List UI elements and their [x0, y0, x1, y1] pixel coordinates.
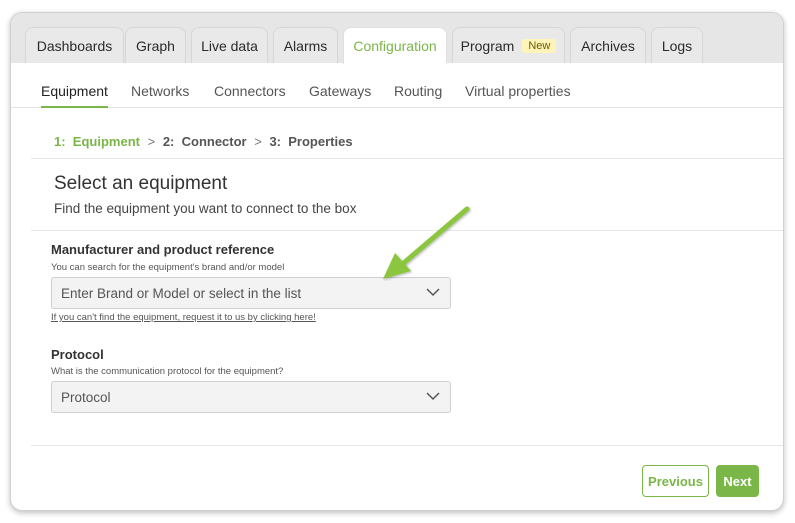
chevron-down-icon [426, 392, 440, 401]
manufacturer-label: Manufacturer and product reference [51, 242, 275, 257]
annotation-arrow-icon [383, 206, 470, 279]
divider [31, 158, 783, 159]
new-badge: New [522, 38, 557, 53]
protocol-value: Protocol [61, 389, 111, 405]
step-number: 2: [162, 134, 175, 149]
protocol-hint: What is the communication protocol for t… [51, 366, 284, 377]
tab-label: Archives [581, 37, 635, 54]
manufacturer-placeholder: Enter Brand or Model or select in the li… [61, 285, 302, 301]
tab-graph[interactable]: Graph [125, 27, 186, 63]
step-label: Equipment [72, 134, 140, 149]
manufacturer-select[interactable]: Enter Brand or Model or select in the li… [51, 277, 451, 309]
chevron-down-icon [426, 288, 440, 297]
step-3: 3: Properties [269, 134, 352, 149]
tab-label: Logs [661, 37, 693, 54]
subnav-networks[interactable]: Networks [131, 83, 189, 99]
page-title: Select an equipment [54, 173, 228, 194]
previous-button[interactable]: Previous [642, 465, 709, 497]
app-window: Dashboards Graph Live data Alarms Config… [10, 12, 784, 511]
subnav-equipment[interactable]: Equipment [41, 83, 108, 108]
request-equipment-link[interactable]: If you can't find the equipment, request… [51, 312, 316, 323]
step-number: 1: [54, 134, 66, 149]
step-2: 2: Connector [163, 134, 247, 149]
page-subtitle: Find the equipment you want to connect t… [54, 201, 357, 216]
step-1: 1: Equipment [54, 134, 140, 149]
wizard-steps: 1: Equipment > 2: Connector > 3: Propert… [54, 134, 353, 149]
tab-logs[interactable]: Logs [651, 27, 703, 63]
tab-label: Alarms [283, 37, 328, 54]
step-number: 3: [269, 134, 282, 149]
manufacturer-hint: You can search for the equipment's brand… [51, 262, 285, 273]
tab-dashboards[interactable]: Dashboards [25, 27, 124, 63]
subnav-routing[interactable]: Routing [394, 83, 442, 99]
step-label: Connector [181, 134, 247, 149]
next-button[interactable]: Next [716, 465, 759, 497]
tab-label: Configuration [353, 38, 437, 54]
tab-program[interactable]: Program New [452, 27, 565, 63]
tab-configuration[interactable]: Configuration [343, 27, 447, 64]
subnav-virtual-properties[interactable]: Virtual properties [465, 83, 571, 99]
tab-label: Program [460, 37, 515, 54]
tab-archives[interactable]: Archives [570, 27, 646, 63]
step-separator: > [254, 134, 262, 149]
subnav-gateways[interactable]: Gateways [309, 83, 371, 99]
tab-live-data[interactable]: Live data [191, 27, 268, 63]
step-label: Properties [288, 134, 353, 149]
tab-label: Dashboards [36, 37, 113, 54]
protocol-label: Protocol [51, 347, 104, 362]
subnav-connectors[interactable]: Connectors [214, 83, 286, 99]
protocol-select[interactable]: Protocol [51, 381, 451, 413]
main-tab-bar: Dashboards Graph Live data Alarms Config… [11, 13, 783, 64]
tab-label: Live data [201, 37, 258, 54]
step-separator: > [147, 134, 156, 149]
sub-navigation: Equipment Networks Connectors Gateways R… [11, 63, 783, 108]
tab-alarms[interactable]: Alarms [273, 27, 338, 63]
tab-label: Graph [136, 37, 175, 54]
divider [31, 445, 783, 446]
